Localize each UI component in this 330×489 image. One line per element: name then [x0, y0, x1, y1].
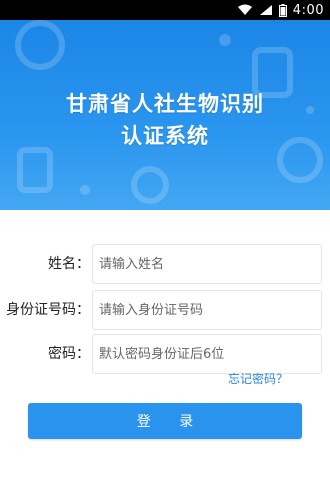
status-time: 4:00: [292, 2, 324, 18]
id-number-row: 身份证号码：: [0, 290, 330, 330]
app-title-line1: 甘肃省人社生物识别: [66, 92, 264, 116]
header-banner: 甘肃省人社生物识别 认证系统: [0, 20, 330, 210]
password-row: 密码：: [0, 334, 330, 374]
battery-icon: [278, 3, 287, 17]
id-number-input[interactable]: [92, 290, 322, 330]
name-row: 姓名：: [0, 244, 330, 284]
name-label: 姓名：: [48, 256, 90, 272]
signal-icon: [259, 4, 273, 16]
name-input[interactable]: [92, 244, 322, 284]
app-title-line2: 认证系统: [121, 124, 209, 148]
password-input[interactable]: [92, 334, 322, 374]
forgot-password-link[interactable]: 忘记密码？: [228, 370, 288, 387]
status-bar: 4:00: [0, 0, 330, 20]
password-label: 密码：: [48, 346, 90, 362]
login-button[interactable]: 登 录: [28, 403, 302, 439]
wifi-icon: [237, 4, 253, 16]
id-number-label: 身份证号码：: [6, 302, 90, 318]
